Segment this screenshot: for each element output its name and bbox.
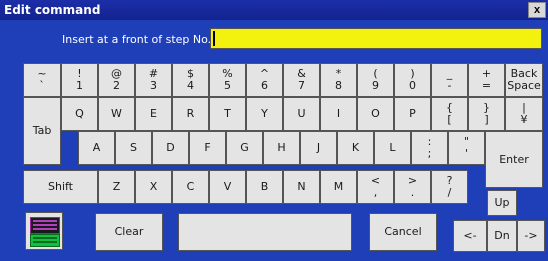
key-7[interactable]: & 7 bbox=[283, 63, 320, 97]
key-tab[interactable]: Tab bbox=[23, 97, 61, 165]
key-e[interactable]: E bbox=[135, 97, 172, 131]
key-m[interactable]: M bbox=[320, 170, 357, 204]
key-left-brace[interactable]: {[ bbox=[431, 97, 468, 131]
key-h[interactable]: H bbox=[263, 131, 300, 165]
prompt-label: Insert at a front of step No.16 bbox=[62, 33, 226, 46]
key-t[interactable]: T bbox=[209, 97, 246, 131]
key-4[interactable]: $4 bbox=[172, 63, 209, 97]
window-title: Edit command bbox=[4, 3, 101, 17]
key-w[interactable]: W bbox=[98, 97, 135, 131]
title-bar: Edit command x bbox=[0, 0, 548, 20]
key-tilde[interactable]: ~ ` bbox=[23, 63, 61, 97]
key-2[interactable]: @2 bbox=[98, 63, 135, 97]
key-s[interactable]: S bbox=[115, 131, 152, 165]
close-button[interactable]: x bbox=[528, 2, 546, 18]
key-z[interactable]: Z bbox=[98, 170, 135, 204]
key-u[interactable]: U bbox=[283, 97, 320, 131]
key-x[interactable]: X bbox=[135, 170, 172, 204]
key-j[interactable]: J bbox=[300, 131, 337, 165]
command-input[interactable] bbox=[210, 28, 542, 49]
key-greater-than[interactable]: >. bbox=[394, 170, 431, 204]
key-1[interactable]: ! 1 bbox=[61, 63, 98, 97]
clear-button[interactable]: Clear bbox=[95, 213, 163, 251]
key-question[interactable]: ? / bbox=[431, 170, 468, 204]
key-p[interactable]: P bbox=[394, 97, 431, 131]
key-shift[interactable]: Shift bbox=[23, 170, 98, 204]
key-n[interactable]: N bbox=[283, 170, 320, 204]
key-o[interactable]: O bbox=[357, 97, 394, 131]
keyboard-icon bbox=[30, 217, 60, 234]
key-0[interactable]: ) 0 bbox=[394, 63, 431, 97]
space-bar[interactable] bbox=[178, 213, 352, 251]
key-v[interactable]: V bbox=[209, 170, 246, 204]
key-backspace[interactable]: Back Space bbox=[505, 63, 543, 97]
key-r[interactable]: R bbox=[172, 97, 209, 131]
key-9[interactable]: (9 bbox=[357, 63, 394, 97]
key-up[interactable]: Up bbox=[487, 190, 517, 216]
key-b[interactable]: B bbox=[246, 170, 283, 204]
keyboard-toggle-button[interactable] bbox=[25, 212, 63, 250]
cancel-button[interactable]: Cancel bbox=[369, 213, 437, 251]
key-quote[interactable]: " ' bbox=[448, 131, 485, 165]
keyboard-keys-graphic bbox=[30, 234, 60, 247]
key-g[interactable]: G bbox=[226, 131, 263, 165]
key-3[interactable]: #3 bbox=[135, 63, 172, 97]
key-enter[interactable]: Enter bbox=[485, 131, 543, 188]
key-q[interactable]: Q bbox=[61, 97, 98, 131]
key-right-arrow[interactable]: -> bbox=[517, 220, 545, 252]
key-down[interactable]: Dn bbox=[487, 220, 517, 252]
key-c[interactable]: C bbox=[172, 170, 209, 204]
key-i[interactable]: I bbox=[320, 97, 357, 131]
key-colon[interactable]: :; bbox=[411, 131, 448, 165]
key-plus[interactable]: + = bbox=[468, 63, 505, 97]
key-a[interactable]: A bbox=[78, 131, 115, 165]
text-caret bbox=[213, 31, 215, 46]
key-left-arrow[interactable]: <- bbox=[453, 220, 487, 252]
key-6[interactable]: ^ 6 bbox=[246, 63, 283, 97]
key-right-brace[interactable]: }] bbox=[468, 97, 505, 131]
key-l[interactable]: L bbox=[374, 131, 411, 165]
key-k[interactable]: K bbox=[337, 131, 374, 165]
key-less-than[interactable]: <, bbox=[357, 170, 394, 204]
key-pipe-yen[interactable]: | ¥ bbox=[505, 97, 543, 131]
key-8[interactable]: * 8 bbox=[320, 63, 357, 97]
key-y[interactable]: Y bbox=[246, 97, 283, 131]
key-5[interactable]: % 5 bbox=[209, 63, 246, 97]
key-minus[interactable]: _ - bbox=[431, 63, 468, 97]
edit-command-dialog: Edit command x Insert at a front of step… bbox=[0, 0, 548, 261]
key-f[interactable]: F bbox=[189, 131, 226, 165]
key-d[interactable]: D bbox=[152, 131, 189, 165]
